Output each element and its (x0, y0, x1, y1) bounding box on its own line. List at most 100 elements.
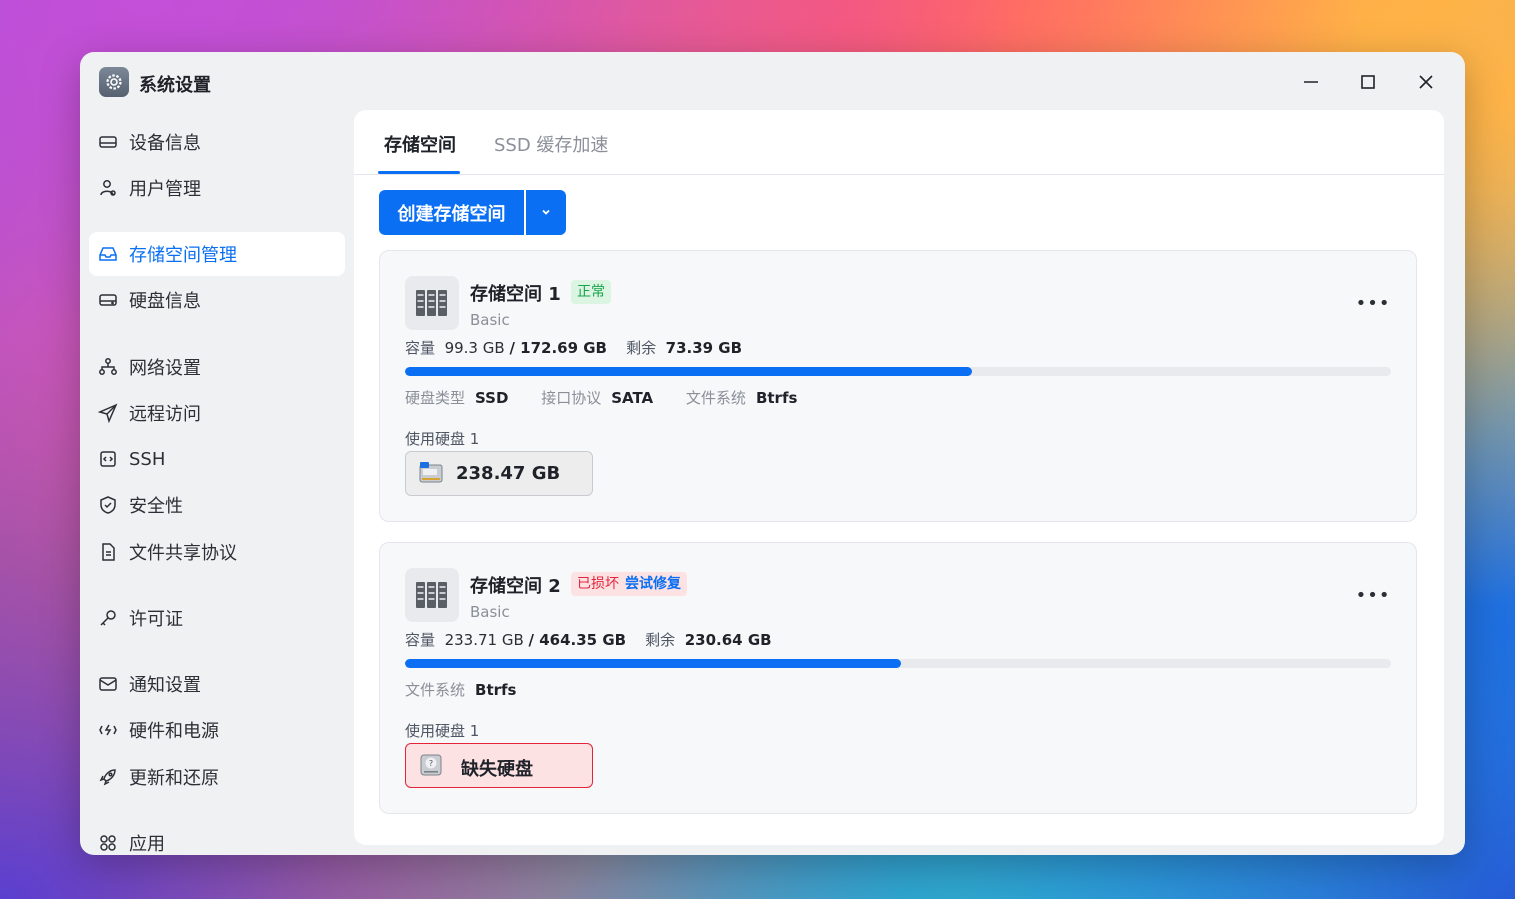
terminal-icon (98, 449, 118, 469)
key-icon (98, 608, 118, 628)
usage-progress-fill (405, 659, 901, 668)
usage-progress-fill (405, 367, 972, 376)
sidebar-item-disk-info[interactable]: 硬盘信息 (89, 278, 345, 322)
capacity-line: 容量 233.71 GB / 464.35 GB 剩余 230.64 GB (405, 631, 772, 649)
try-repair-link[interactable]: 尝试修复 (625, 572, 681, 596)
ssd-icon (418, 460, 444, 486)
prop-value: Btrfs (475, 681, 517, 699)
chevron-down-icon (540, 203, 552, 222)
mail-icon (98, 674, 118, 694)
pool-name: 存储空间 2 (470, 576, 561, 597)
sidebar-item-file-sharing[interactable]: 文件共享协议 (89, 530, 345, 574)
send-icon (97, 403, 118, 424)
pool-type: Basic (470, 603, 510, 621)
sidebar-item-apps[interactable]: 应用 (89, 821, 345, 855)
user-icon (98, 178, 118, 198)
prop-label: 硬盘类型 (405, 389, 466, 407)
unknown-disk-icon: ? (418, 752, 444, 778)
tab-bar: 存储空间 SSD 缓存加速 (354, 110, 1444, 175)
total-value: 464.35 GB (539, 631, 627, 649)
sidebar-item-label: 用户管理 (129, 179, 201, 200)
pool-properties: 文件系统 Btrfs (405, 679, 544, 700)
prop-label: 文件系统 (405, 681, 466, 699)
damaged-status: 已损坏 (577, 576, 619, 592)
pool-type: Basic (470, 311, 510, 329)
sidebar-item-label: 通知设置 (129, 675, 201, 696)
sidebar-item-users[interactable]: 用户管理 (89, 166, 345, 210)
sidebar-item-storage[interactable]: 存储空间管理 (89, 232, 345, 276)
settings-window: 系统设置 设备信息 用户管理 存储空间管理 硬盘信息 网络设置 远程访问 SSH… (80, 52, 1465, 855)
sidebar-item-remote-access[interactable]: 远程访问 (89, 391, 345, 435)
rocket-icon (98, 767, 118, 787)
remaining-label: 剩余 (626, 339, 657, 357)
sidebar-item-label: 设备信息 (129, 133, 201, 154)
prop-value: Btrfs (755, 389, 798, 407)
capacity-label: 容量 (405, 631, 436, 649)
disk-icon (98, 290, 118, 310)
missing-disk-chip[interactable]: ? 缺失硬盘 (405, 743, 593, 788)
pool-properties: 硬盘类型 SSD 接口协议 SATA 文件系统 Btrfs (405, 387, 825, 408)
more-options-button[interactable]: ••• (1355, 292, 1391, 314)
minimize-button[interactable] (1295, 66, 1327, 98)
sidebar-item-label: 网络设置 (129, 358, 201, 379)
capacity-label: 容量 (405, 339, 436, 357)
storage-icon (98, 244, 118, 264)
sidebar-item-label: 应用 (129, 834, 165, 855)
tab-ssd-cache[interactable]: SSD 缓存加速 (494, 131, 608, 157)
device-icon (98, 132, 118, 152)
remaining-value: 73.39 GB (665, 339, 743, 357)
create-options-dropdown-button[interactable] (526, 190, 566, 235)
document-icon (98, 542, 118, 562)
sidebar-item-label: 安全性 (129, 496, 183, 517)
status-badge: 已损坏 尝试修复 (571, 572, 687, 596)
apps-icon (98, 833, 118, 853)
svg-text:?: ? (429, 759, 433, 768)
sidebar-item-network[interactable]: 网络设置 (89, 345, 345, 389)
disk-chip[interactable]: 238.47 GB (405, 451, 593, 496)
tab-storage-space[interactable]: 存储空间 (384, 131, 456, 157)
disk-status: 缺失硬盘 (461, 759, 533, 780)
prop-value: SSD (475, 389, 509, 407)
sidebar-item-label: 硬件和电源 (129, 721, 219, 742)
more-horizontal-icon: ••• (1355, 292, 1391, 314)
sidebar-item-label: 硬盘信息 (129, 291, 201, 312)
disks-used-label: 使用硬盘 1 (405, 722, 480, 740)
sidebar-item-update-restore[interactable]: 更新和还原 (89, 755, 345, 799)
maximize-button[interactable] (1352, 66, 1384, 98)
power-icon (98, 720, 118, 740)
active-tab-indicator (378, 171, 460, 174)
status-badge: 正常 (571, 280, 611, 304)
create-button-group: 创建存储空间 (379, 190, 566, 235)
sidebar-item-security[interactable]: 安全性 (89, 483, 345, 527)
sidebar-item-label: SSH (129, 448, 166, 470)
used-value: 233.71 GB (444, 631, 524, 649)
server-icon (405, 568, 459, 622)
used-value: 99.3 GB (444, 339, 505, 357)
create-storage-button[interactable]: 创建存储空间 (379, 190, 524, 235)
close-button[interactable] (1410, 66, 1442, 98)
sidebar-item-device-info[interactable]: 设备信息 (89, 120, 345, 164)
main-panel: 存储空间 SSD 缓存加速 创建存储空间 存储空间 1 正常 Basic •••… (354, 110, 1444, 845)
server-icon (405, 276, 459, 330)
total-value: 172.69 GB (520, 339, 607, 357)
more-options-button[interactable]: ••• (1355, 584, 1391, 606)
usage-progress-bar (405, 367, 1391, 376)
sidebar-item-license[interactable]: 许可证 (89, 596, 345, 640)
sidebar-item-ssh[interactable]: SSH (89, 437, 345, 481)
storage-pool-card: 存储空间 2 已损坏 尝试修复 Basic ••• 容量 233.71 GB /… (379, 542, 1417, 814)
more-horizontal-icon: ••• (1355, 584, 1391, 606)
disk-capacity: 238.47 GB (456, 463, 561, 484)
sidebar-item-label: 存储空间管理 (129, 245, 237, 266)
storage-pool-card: 存储空间 1 正常 Basic ••• 容量 99.3 GB / 172.69 … (379, 250, 1417, 522)
remaining-label: 剩余 (645, 631, 676, 649)
prop-label: 接口协议 (541, 389, 602, 407)
window-title: 系统设置 (139, 75, 211, 96)
disks-used-label: 使用硬盘 1 (405, 430, 480, 448)
sidebar-item-notifications[interactable]: 通知设置 (89, 662, 345, 706)
sidebar-item-hardware-power[interactable]: 硬件和电源 (89, 708, 345, 752)
capacity-line: 容量 99.3 GB / 172.69 GB 剩余 73.39 GB (405, 339, 743, 357)
sidebar-item-label: 文件共享协议 (129, 543, 237, 564)
sidebar-item-label: 更新和还原 (129, 768, 219, 789)
sidebar: 设备信息 用户管理 存储空间管理 硬盘信息 网络设置 远程访问 SSH 安全性 (89, 110, 345, 855)
sidebar-item-label: 许可证 (129, 609, 183, 630)
